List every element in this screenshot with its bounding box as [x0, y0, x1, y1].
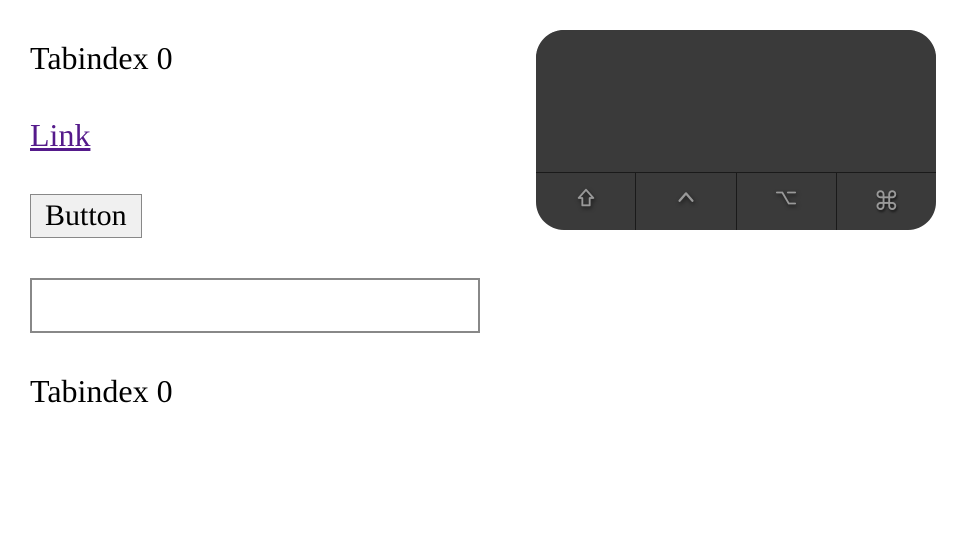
option-key[interactable] — [736, 173, 836, 230]
control-key[interactable] — [635, 173, 735, 230]
command-icon: ⌘ — [873, 187, 899, 217]
overlay-display-area — [536, 30, 936, 172]
command-key[interactable]: ⌘ — [836, 173, 936, 230]
shift-icon — [575, 187, 597, 216]
option-icon — [774, 187, 798, 216]
shift-key[interactable] — [536, 173, 635, 230]
text-input[interactable] — [30, 278, 480, 333]
tabindex-item-1[interactable]: Tabindex 0 — [30, 40, 520, 77]
link[interactable]: Link — [30, 117, 90, 154]
tabindex-item-2[interactable]: Tabindex 0 — [30, 373, 520, 410]
keyboard-modifier-overlay: ⌘ — [536, 30, 936, 230]
control-icon — [675, 187, 697, 216]
overlay-key-row: ⌘ — [536, 172, 936, 230]
button[interactable]: Button — [30, 194, 142, 238]
